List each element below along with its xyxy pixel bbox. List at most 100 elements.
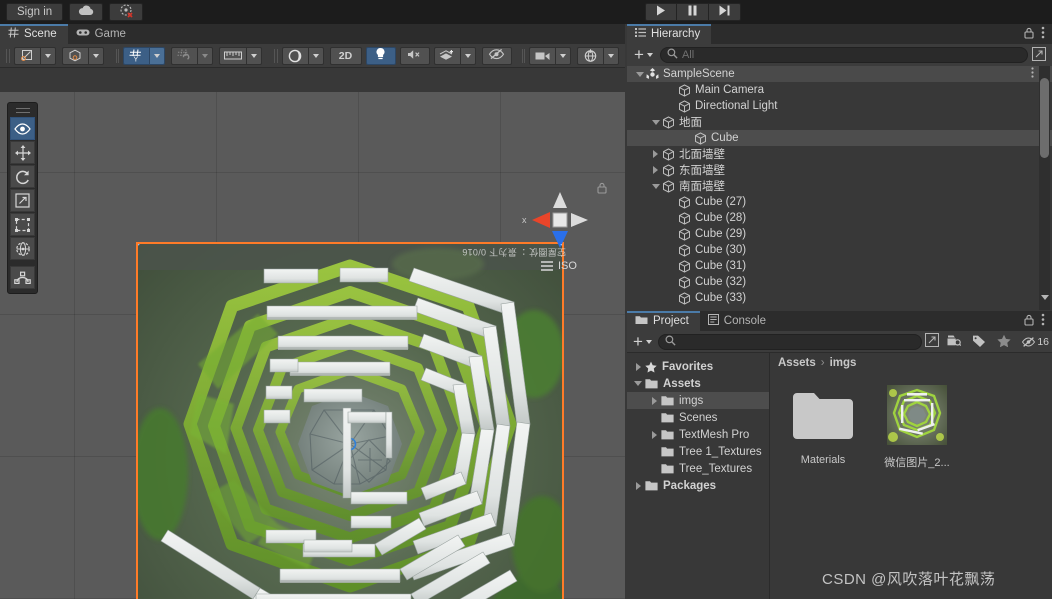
gizmos-control[interactable]	[577, 46, 619, 65]
play-button[interactable]	[645, 3, 677, 21]
grid-snap-icon[interactable]: Y	[123, 46, 149, 65]
breadcrumb-current[interactable]: imgs	[830, 357, 857, 369]
grid-magnet-control[interactable]	[171, 46, 213, 65]
hierarchy-item-5[interactable]: 北面墙壁	[627, 146, 1052, 162]
project-search-field[interactable]	[657, 333, 923, 350]
hierarchy-expander[interactable]	[649, 150, 662, 158]
scene-audio-button[interactable]	[399, 46, 430, 65]
create-asset-button[interactable]: +	[630, 333, 655, 350]
project-tree-expander[interactable]	[631, 481, 645, 490]
project-tree-expander[interactable]	[631, 381, 645, 386]
hierarchy-item-10[interactable]: Cube (29)	[627, 226, 1052, 242]
fx-dropdown[interactable]	[459, 46, 476, 65]
scene-camera-dropdown[interactable]	[555, 46, 571, 65]
rect-tool[interactable]	[10, 213, 35, 236]
tab-project[interactable]: Project	[627, 311, 700, 331]
kebab-menu-icon[interactable]	[1041, 26, 1045, 42]
tab-scene[interactable]: Scene	[0, 24, 68, 44]
hierarchy-item-12[interactable]: Cube (31)	[627, 258, 1052, 274]
step-button[interactable]	[709, 3, 741, 21]
pivot-rotation-control[interactable]	[61, 46, 104, 65]
hierarchy-item-9[interactable]: Cube (28)	[627, 210, 1052, 226]
cloud-button[interactable]	[69, 3, 104, 21]
camera-icon[interactable]	[529, 46, 555, 65]
hierarchy-item-7[interactable]: 南面墙壁	[627, 178, 1052, 194]
selected-quad-texture[interactable]	[136, 242, 564, 599]
hierarchy-item-14[interactable]: Cube (33)	[627, 290, 1052, 306]
gizmo-globe-icon[interactable]	[577, 46, 603, 65]
scene-viewport[interactable]: 空屋圈仗 ：景为下 0/016 x ISO	[0, 92, 625, 599]
hierarchy-expander[interactable]	[649, 119, 662, 125]
breadcrumb-root[interactable]: Assets	[778, 357, 816, 369]
hierarchy-expander[interactable]	[649, 183, 662, 189]
ruler-icon[interactable]	[219, 46, 246, 65]
scene-camera-control[interactable]	[529, 46, 571, 65]
kebab-menu-icon[interactable]	[1041, 313, 1045, 329]
hand-view-tool[interactable]	[10, 117, 35, 140]
project-tree-expander[interactable]	[631, 362, 645, 371]
toggle-2d-button[interactable]: 2D	[329, 46, 362, 65]
move-tool[interactable]	[10, 141, 35, 164]
draw-mode-control[interactable]	[281, 46, 324, 65]
pause-button[interactable]	[677, 3, 709, 21]
project-tree-item-0[interactable]: Favorites	[627, 358, 769, 375]
toolbar-grip[interactable]	[6, 48, 10, 63]
grid-size-control[interactable]	[219, 46, 262, 65]
tab-game[interactable]: Game	[67, 24, 137, 44]
hierarchy-search-input[interactable]	[681, 49, 1021, 61]
hierarchy-item-6[interactable]: 东面墙壁	[627, 162, 1052, 178]
toolbar-grip-4[interactable]	[521, 48, 525, 63]
hierarchy-item-3[interactable]: 地面	[627, 114, 1052, 130]
tab-hierarchy[interactable]: Hierarchy	[627, 24, 712, 44]
rotate-tool[interactable]	[10, 165, 35, 188]
draw-mode-dropdown[interactable]	[307, 46, 324, 65]
hierarchy-tree[interactable]: SampleScene Main Camera Directional Light 地…	[627, 66, 1052, 310]
pivot-mode-control[interactable]	[13, 46, 56, 65]
project-tree-item-4[interactable]: TextMesh Pro	[627, 426, 769, 443]
create-gameobject-button[interactable]: +	[631, 46, 656, 63]
project-tree-item-5[interactable]: Tree 1_Textures	[627, 443, 769, 460]
search-by-label-icon[interactable]	[968, 334, 990, 350]
hierarchy-item-8[interactable]: Cube (27)	[627, 194, 1052, 210]
hierarchy-item-1[interactable]: Main Camera	[627, 82, 1052, 98]
hierarchy-item-4[interactable]: Cube	[627, 130, 1052, 146]
project-tree-item-3[interactable]: Scenes	[627, 409, 769, 426]
gizmo-lock-icon[interactable]	[597, 182, 607, 197]
grid-snapping-control[interactable]: Y	[123, 46, 165, 65]
hierarchy-item-11[interactable]: Cube (30)	[627, 242, 1052, 258]
transform-tool[interactable]	[10, 237, 35, 260]
tools-palette-grip[interactable]	[15, 108, 30, 113]
favorite-star-icon[interactable]	[993, 334, 1015, 350]
project-tree-item-6[interactable]: Tree_Textures	[627, 460, 769, 477]
gizmo-menu-icon[interactable]	[540, 260, 554, 275]
expand-icon[interactable]	[1032, 46, 1048, 64]
project-tree-item-7[interactable]: Packages	[627, 477, 769, 494]
hierarchy-search-field[interactable]	[659, 47, 1028, 63]
global-local-icon[interactable]	[61, 46, 88, 65]
project-tree-item-2[interactable]: imgs	[627, 392, 769, 409]
hierarchy-expander[interactable]	[649, 166, 662, 174]
scene-lighting-button[interactable]	[365, 46, 396, 65]
thumbnail-size-icon[interactable]: 16	[1018, 336, 1049, 348]
gizmos-dropdown[interactable]	[603, 46, 619, 65]
grid-size-dropdown[interactable]	[246, 46, 262, 65]
grid-magnet-icon[interactable]	[171, 46, 197, 65]
project-tree-expander[interactable]	[647, 396, 661, 405]
toolbar-grip-3[interactable]	[274, 48, 278, 63]
search-by-type-icon[interactable]	[942, 334, 965, 350]
hierarchy-item-2[interactable]: Directional Light	[627, 98, 1052, 114]
scene-orientation-gizmo[interactable]: x	[520, 180, 600, 260]
hierarchy-item-0[interactable]: SampleScene	[627, 66, 1052, 82]
expand-icon[interactable]	[925, 333, 940, 350]
pivot-mode-dropdown[interactable]	[39, 46, 56, 65]
hierarchy-scrollbar-thumb[interactable]	[1040, 78, 1049, 158]
services-offline-button[interactable]	[109, 3, 144, 21]
pivot-rotation-dropdown[interactable]	[87, 46, 104, 65]
project-folder-tree[interactable]: Favorites Assets imgs Scenes TextMesh Pro Tre…	[627, 353, 770, 599]
shaded-sphere-icon[interactable]	[281, 46, 308, 65]
project-tree-item-1[interactable]: Assets	[627, 375, 769, 392]
asset-item[interactable]: Materials	[784, 383, 862, 470]
scale-tool[interactable]	[10, 189, 35, 212]
sign-in-button[interactable]: Sign in	[6, 3, 64, 21]
fx-icon[interactable]	[433, 46, 460, 65]
